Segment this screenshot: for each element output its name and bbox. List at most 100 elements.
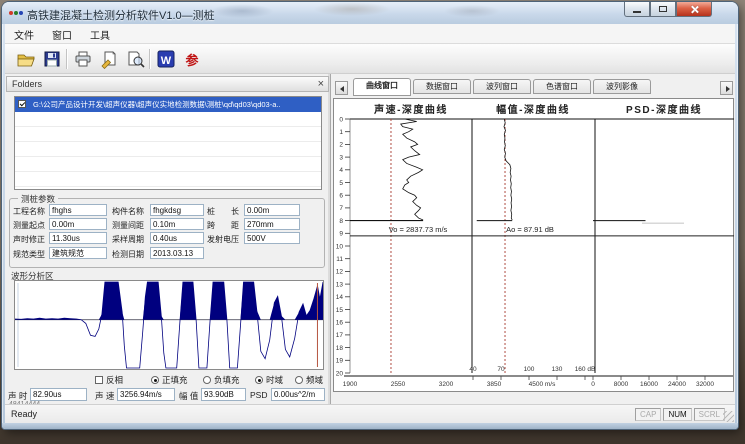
param-label: 声时修正 xyxy=(13,234,45,245)
print-button[interactable] xyxy=(71,47,95,71)
radio-option[interactable]: 频域 xyxy=(295,374,323,386)
readout-field-1[interactable]: 3256.94m/s xyxy=(117,388,175,401)
amplitude-axis-label: 40 xyxy=(469,366,477,373)
waveform-box[interactable] xyxy=(14,280,324,370)
tab-曲线窗口[interactable]: 曲线窗口 xyxy=(353,78,411,96)
depth-tick-label: 19 xyxy=(336,358,344,365)
word-export-button[interactable]: W xyxy=(154,47,178,71)
parameters-button[interactable]: 参 xyxy=(180,47,204,71)
waveform-positive-fill xyxy=(15,282,323,320)
psd-axis-label: 16000 xyxy=(640,381,658,388)
readout-label-1: 声 速 xyxy=(95,390,114,402)
psd-axis-label: 24000 xyxy=(668,381,686,388)
control-label: 负填充 xyxy=(214,374,240,386)
folders-list[interactable]: G:\公司产品设计开发\超声仪器\超声仪实地检测数据\测桩\qd\qd03\qd… xyxy=(14,96,322,190)
tab-scroll-right-button[interactable] xyxy=(720,81,733,95)
velocity-curve xyxy=(401,119,423,220)
print-preview-button[interactable] xyxy=(123,47,147,71)
title-bar[interactable]: 高铁建混凝土检测分析软件V1.0—测桩 xyxy=(2,2,738,24)
print-icon xyxy=(73,49,93,69)
tab-scroll-left-button[interactable] xyxy=(335,81,348,95)
param-field[interactable]: fhgkdsg xyxy=(150,204,204,216)
depth-tick-label: 4 xyxy=(339,167,343,174)
parameters-icon: 参 xyxy=(185,50,198,69)
check-option[interactable]: 反相 xyxy=(95,374,123,386)
folders-panel-header: Folders × xyxy=(6,76,329,92)
depth-tick-label: 20 xyxy=(336,370,344,377)
depth-tick-label: 10 xyxy=(336,243,344,250)
folder-list-item[interactable]: G:\公司产品设计开发\超声仪器\超声仪实地检测数据\测桩\qd\qd03\qd… xyxy=(15,97,321,112)
radio-option[interactable]: 负填充 xyxy=(203,374,240,386)
param-field[interactable]: 270mm xyxy=(244,218,300,230)
minimize-icon xyxy=(633,11,641,13)
readout-label-3: PSD xyxy=(250,390,267,400)
app-window: 高铁建混凝土检测分析软件V1.0—测桩 文件窗口工具 xyxy=(2,2,738,429)
resize-grip-icon[interactable] xyxy=(723,411,734,422)
maximize-button[interactable] xyxy=(650,2,676,17)
control-label: 正填充 xyxy=(162,374,188,386)
waveform-plot xyxy=(15,281,323,369)
param-field[interactable]: 2013.03.13 xyxy=(150,247,204,259)
param-field[interactable]: 0.10m xyxy=(150,218,204,230)
amplitude-axis-label: 160 dB xyxy=(575,366,596,373)
toolbar-separator xyxy=(149,49,150,69)
amplitude-axis-label: 130 xyxy=(552,366,563,373)
param-label: 测量起点 xyxy=(13,220,45,231)
depth-curves-plot: 声速-深度曲线幅值-深度曲线PSD-深度曲线012345678910111213… xyxy=(334,99,735,393)
param-field[interactable]: 0.00m xyxy=(49,218,107,230)
param-field[interactable]: 建筑规范 xyxy=(49,247,107,259)
param-field[interactable]: 500V xyxy=(244,232,300,244)
depth-tick-label: 1 xyxy=(339,129,343,136)
folder-path-label: G:\公司产品设计开发\超声仪器\超声仪实地检测数据\测桩\qd\qd03\qd… xyxy=(33,100,281,109)
tab-波列窗口[interactable]: 波列窗口 xyxy=(473,79,531,94)
open-file-button[interactable] xyxy=(14,47,38,71)
param-field[interactable]: fhghs xyxy=(49,204,107,216)
param-label: 桩 长 xyxy=(207,206,239,217)
depth-tick-label: 12 xyxy=(336,269,344,276)
tab-色谱窗口[interactable]: 色谱窗口 xyxy=(533,79,591,94)
tab-数据窗口[interactable]: 数据窗口 xyxy=(413,79,471,94)
close-icon xyxy=(690,5,699,14)
amplitude-axis-label: 100 xyxy=(524,366,535,373)
param-field[interactable]: 0.40us xyxy=(150,232,204,244)
minimize-button[interactable] xyxy=(624,2,650,17)
radio-selected[interactable]: 正填充 xyxy=(151,374,188,386)
save-button[interactable] xyxy=(40,47,64,71)
chart-title: 声速-深度曲线 xyxy=(373,103,448,116)
menu-item-0[interactable]: 文件 xyxy=(5,24,43,44)
window-controls xyxy=(624,2,712,17)
tab-波列影像[interactable]: 波列影像 xyxy=(593,79,651,94)
export-report-button[interactable] xyxy=(97,47,121,71)
chart-title: 幅值-深度曲线 xyxy=(496,103,570,116)
left-panel: Folders × G:\公司产品设计开发\超声仪器\超声仪实地检测数据\测桩\… xyxy=(5,74,331,404)
chart-area[interactable]: 声速-深度曲线幅值-深度曲线PSD-深度曲线012345678910111213… xyxy=(333,98,734,392)
close-button[interactable] xyxy=(676,2,712,17)
depth-tick-label: 7 xyxy=(339,205,343,212)
folders-close-icon[interactable]: × xyxy=(318,78,324,90)
chart-title: PSD-深度曲线 xyxy=(626,103,702,116)
param-label: 测量间距 xyxy=(112,220,144,231)
readout-field-3[interactable]: 0.00us^2/m xyxy=(271,388,325,401)
velocity-axis-label: 1900 xyxy=(343,381,358,388)
depth-tick-label: 8 xyxy=(339,218,343,225)
export-report-icon xyxy=(99,49,119,69)
param-label: 检测日期 xyxy=(112,249,144,260)
depth-tick-label: 18 xyxy=(336,345,344,352)
depth-tick-label: 5 xyxy=(339,180,343,187)
radio-icon xyxy=(151,376,159,384)
folders-panel-title: Folders xyxy=(12,79,42,89)
status-indicators: CAPNUMSCRL xyxy=(635,408,725,421)
readout-field-0[interactable]: 82.90us xyxy=(30,388,87,401)
depth-tick-label: 13 xyxy=(336,281,344,288)
radio-selected[interactable]: 时域 xyxy=(255,374,283,386)
right-panel: 曲线窗口数据窗口波列窗口色谱窗口波列影像 声速-深度曲线 幅值-深度曲线 PSD-深… xyxy=(332,74,735,404)
menu-item-1[interactable]: 窗口 xyxy=(43,24,81,44)
readout-field-2[interactable]: 93.90dB xyxy=(201,388,246,401)
menu-item-2[interactable]: 工具 xyxy=(81,24,119,44)
folder-checkbox[interactable] xyxy=(18,100,26,108)
print-preview-icon xyxy=(125,49,145,69)
param-field[interactable]: 11.30us xyxy=(49,232,107,244)
param-field[interactable]: 0.00m xyxy=(244,204,300,216)
param-label: 跨 距 xyxy=(207,220,239,231)
depth-tick-label: 15 xyxy=(336,307,344,314)
